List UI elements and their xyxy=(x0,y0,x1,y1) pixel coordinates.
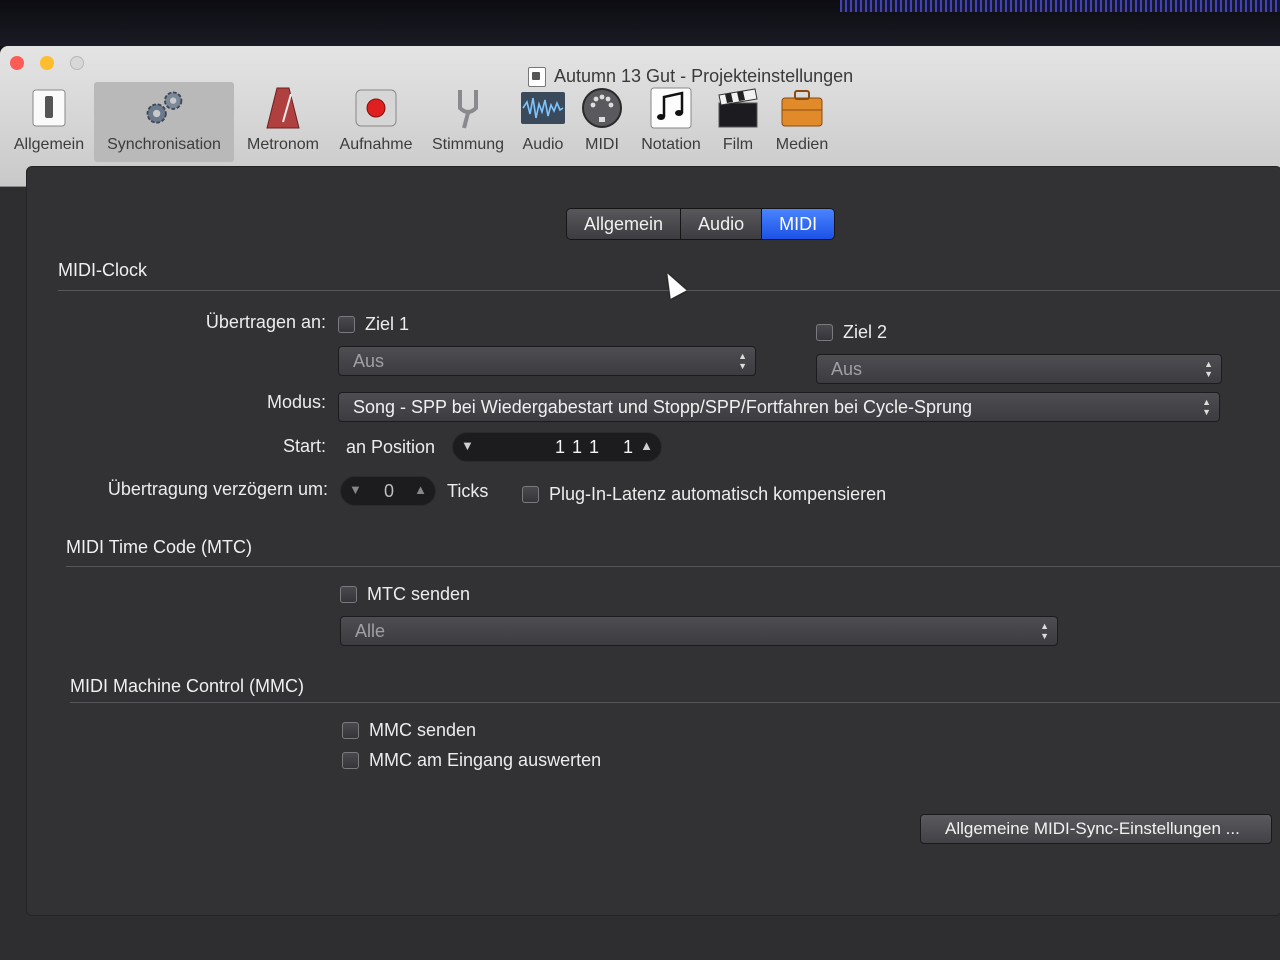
close-button[interactable] xyxy=(10,56,24,70)
dest2-label: Ziel 2 xyxy=(843,322,888,342)
briefcase-icon xyxy=(780,86,824,130)
mmc-send-label: MMC senden xyxy=(369,720,477,740)
toolbar-label: MIDI xyxy=(585,136,619,153)
mode-select[interactable]: Song - SPP bei Wiedergabestart und Stopp… xyxy=(338,392,1220,422)
toolbar-item-metronom[interactable]: Metronom xyxy=(240,82,326,154)
mtc-target-select[interactable]: Alle ▲ ▼ xyxy=(340,616,1058,646)
toolbar-label: Allgemein xyxy=(13,136,85,153)
plugin-latency-label: Plug-In-Latenz automatisch kompensieren xyxy=(549,484,887,504)
toolbar-item-synchronisation[interactable]: Synchronisation xyxy=(94,82,234,162)
transmit-label: Übertragen an: xyxy=(205,312,326,332)
toolbar-item-midi[interactable]: MIDI xyxy=(578,82,626,154)
start-position-ticks: 1 xyxy=(623,437,634,457)
increment-arrow-icon[interactable]: ▲ xyxy=(640,438,653,453)
updown-arrows-icon: ▲ ▼ xyxy=(1202,397,1211,417)
toolbar-label: Metronom xyxy=(246,136,320,153)
dest2-select[interactable]: Aus ▲ ▼ xyxy=(816,354,1222,384)
plugin-latency-checkbox[interactable] xyxy=(522,486,539,503)
tuning-fork-icon xyxy=(446,86,490,130)
toolbar-label: Audio xyxy=(522,136,564,153)
tab-bar: Allgemein Audio MIDI xyxy=(566,208,836,240)
dest1-checkbox[interactable] xyxy=(338,316,355,333)
toolbar-item-stimmung[interactable]: Stimmung xyxy=(426,82,510,154)
toolbar-item-medien[interactable]: Medien xyxy=(770,82,834,154)
dest1-select[interactable]: Aus ▲ ▼ xyxy=(338,346,756,376)
mode-label: Modus: xyxy=(266,392,326,412)
decrement-arrow-icon[interactable]: ▼ xyxy=(461,438,474,453)
section-title-midi-clock: MIDI-Clock xyxy=(58,260,147,280)
clapperboard-icon xyxy=(716,86,760,130)
section-title-mmc: MIDI Machine Control (MMC) xyxy=(70,676,305,696)
mmc-eval-checkbox-row[interactable]: MMC am Eingang auswerten xyxy=(342,750,601,771)
dest1-label: Ziel 1 xyxy=(365,314,410,334)
dest2-checkbox-row[interactable]: Ziel 2 xyxy=(816,322,887,343)
start-position-field[interactable]: ▼ 1 1 1 1 ▲ xyxy=(452,432,662,462)
section-divider xyxy=(66,566,1280,567)
toolbar-label: Medien xyxy=(775,136,829,153)
delay-value: 0 xyxy=(384,481,395,501)
delay-stepper[interactable]: ▼ 0 ▲ xyxy=(340,476,436,506)
mtc-send-checkbox[interactable] xyxy=(340,586,357,603)
toolbar-item-allgemein[interactable]: Allgemein xyxy=(8,82,90,154)
start-prefix: an Position xyxy=(346,437,436,457)
dest1-value: Aus xyxy=(353,351,385,371)
mmc-send-checkbox-row[interactable]: MMC senden xyxy=(342,720,476,741)
gears-icon xyxy=(142,86,186,130)
increment-arrow-icon[interactable]: ▲ xyxy=(414,482,427,497)
updown-arrows-icon: ▲ ▼ xyxy=(1204,359,1213,379)
dest1-checkbox-row[interactable]: Ziel 1 xyxy=(338,314,409,335)
toolbar-label: Aufnahme xyxy=(339,136,413,153)
zoom-button[interactable] xyxy=(70,56,84,70)
dest2-value: Aus xyxy=(831,359,863,379)
mtc-send-label: MTC senden xyxy=(367,584,471,604)
updown-arrows-icon: ▲ ▼ xyxy=(738,351,747,371)
start-label: Start: xyxy=(282,436,326,456)
section-title-mtc: MIDI Time Code (MTC) xyxy=(66,537,253,557)
toolbar-item-film[interactable]: Film xyxy=(714,82,762,154)
toolbar-item-aufnahme[interactable]: Aufnahme xyxy=(334,82,418,154)
dest2-checkbox[interactable] xyxy=(816,324,833,341)
background-waveform xyxy=(840,0,1280,12)
window-controls xyxy=(10,56,84,70)
plugin-latency-checkbox-row[interactable]: Plug-In-Latenz automatisch kompensieren xyxy=(522,484,886,505)
mmc-eval-checkbox[interactable] xyxy=(342,752,359,769)
toolbar-label: Notation xyxy=(641,136,701,153)
toolbar-item-notation[interactable]: Notation xyxy=(634,82,708,154)
mtc-target-value: Alle xyxy=(355,621,386,641)
tab-midi[interactable]: MIDI xyxy=(762,209,835,239)
tab-allgemein[interactable]: Allgemein xyxy=(567,209,682,239)
midi-sync-settings-button[interactable]: Allgemeine MIDI-Sync-Einstellungen ... xyxy=(920,814,1272,844)
toolbar-item-audio[interactable]: Audio xyxy=(516,82,570,154)
minimize-button[interactable] xyxy=(40,56,54,70)
midi-port-icon xyxy=(580,86,624,130)
delay-unit: Ticks xyxy=(447,481,489,501)
switch-icon xyxy=(27,86,71,130)
mmc-send-checkbox[interactable] xyxy=(342,722,359,739)
waveform-icon xyxy=(521,86,565,130)
toolbar-label: Stimmung xyxy=(431,136,505,153)
updown-arrows-icon: ▲ ▼ xyxy=(1040,621,1049,641)
metronome-icon xyxy=(261,86,305,130)
decrement-arrow-icon[interactable]: ▼ xyxy=(349,482,362,497)
toolbar-label: Synchronisation xyxy=(107,136,221,153)
tab-audio[interactable]: Audio xyxy=(681,209,763,239)
mmc-eval-label: MMC am Eingang auswerten xyxy=(369,750,602,770)
record-icon xyxy=(354,86,398,130)
mtc-send-checkbox-row[interactable]: MTC senden xyxy=(340,584,470,605)
delay-label: Übertragung verzögern um: xyxy=(107,479,328,499)
mode-value: Song - SPP bei Wiedergabestart und Stopp… xyxy=(353,397,973,417)
section-divider xyxy=(70,702,1280,703)
start-position-bars: 1 1 1 xyxy=(555,437,601,457)
music-notes-icon xyxy=(649,86,693,130)
toolbar-label: Film xyxy=(722,136,754,153)
